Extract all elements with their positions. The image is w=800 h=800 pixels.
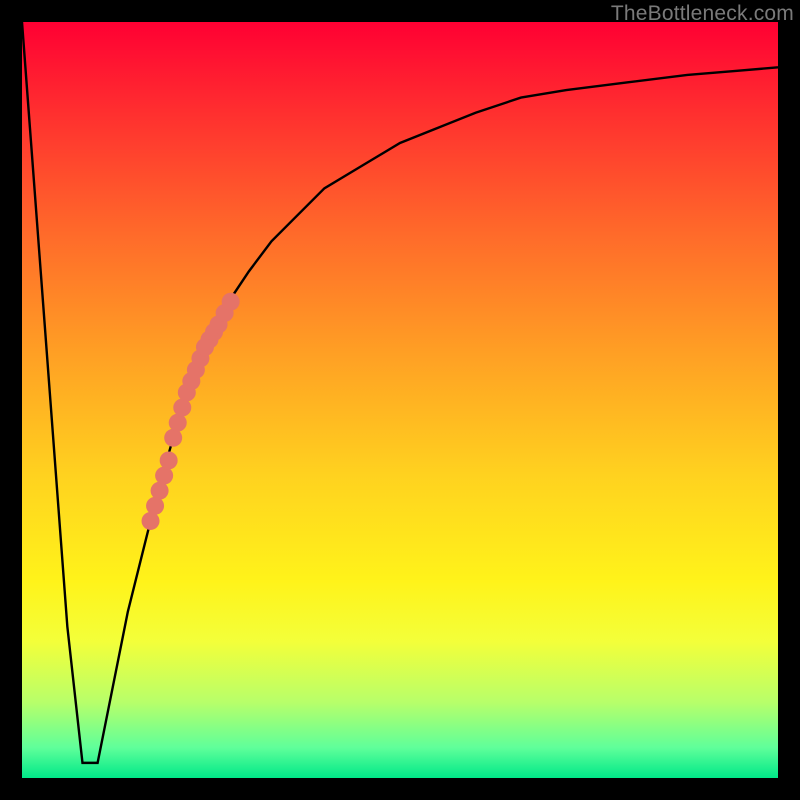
chart-svg [22,22,778,778]
marker-dot [160,451,178,469]
highlighted-markers-group [142,293,240,530]
chart-stage: TheBottleneck.com [0,0,800,800]
bottleneck-curve-path [22,22,778,763]
watermark-text: TheBottleneck.com [611,2,794,26]
marker-dot [222,293,240,311]
